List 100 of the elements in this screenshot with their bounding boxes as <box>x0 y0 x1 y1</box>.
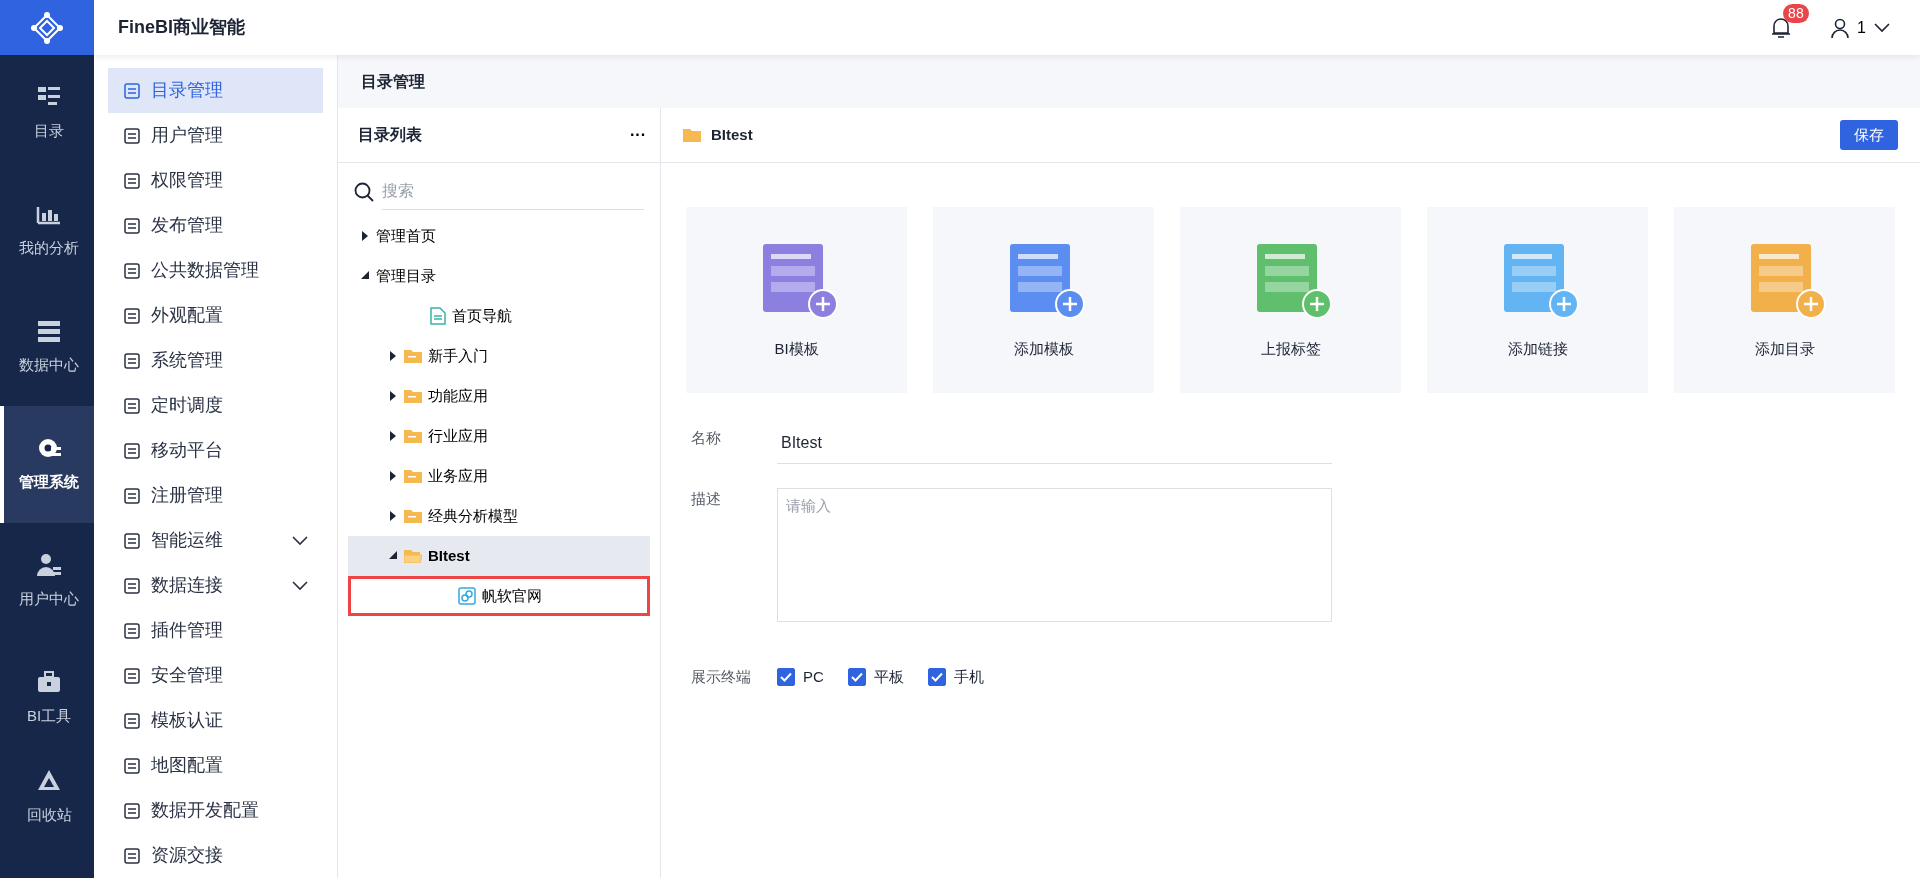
expand-icon <box>389 351 397 361</box>
menu-icon <box>123 846 141 865</box>
expand-icon <box>389 511 397 521</box>
nav-item[interactable]: BI工具 <box>0 640 94 757</box>
nav-item[interactable]: 用户中心 <box>0 523 94 640</box>
menu-icon <box>123 711 141 730</box>
folder-icon <box>404 429 422 443</box>
menu-icon <box>123 441 141 460</box>
expand-icon <box>389 431 397 441</box>
database-icon <box>36 318 62 345</box>
menu-item[interactable]: 资源交接 <box>108 833 323 878</box>
app-title: FineBI商业智能 <box>118 16 245 39</box>
chevron-down-icon <box>1874 22 1890 33</box>
checkbox[interactable]: 手机 <box>927 666 984 689</box>
more-button[interactable]: ··· <box>624 122 652 148</box>
folder-icon <box>404 469 422 483</box>
action-card[interactable]: BI模板 <box>686 207 907 393</box>
tree-item[interactable]: 管理首页 <box>348 216 650 256</box>
menu-icon <box>123 351 141 370</box>
user-icon <box>1831 17 1850 38</box>
search-icon <box>354 181 374 202</box>
menu-icon <box>123 171 141 190</box>
nav-item[interactable]: 我的分析 <box>0 172 94 289</box>
menu-icon <box>123 621 141 640</box>
check-icon <box>930 672 943 683</box>
tree-item[interactable]: 新手入门 <box>348 336 650 376</box>
menu-item[interactable]: 权限管理 <box>108 158 323 203</box>
tree-item[interactable]: 行业应用 <box>348 416 650 456</box>
collapse-icon <box>389 551 397 561</box>
folder-icon <box>683 128 701 142</box>
expand-icon <box>389 391 397 401</box>
menu-icon <box>123 576 141 595</box>
menu-item[interactable]: 插件管理 <box>108 608 323 653</box>
logo-icon <box>30 10 64 45</box>
link-icon <box>458 587 476 605</box>
checkbox[interactable]: 平板 <box>847 666 904 689</box>
nav-item[interactable]: 管理系统 <box>0 406 94 523</box>
action-card[interactable]: 添加链接 <box>1427 207 1648 393</box>
save-button[interactable]: 保存 <box>1840 119 1898 151</box>
menu-item[interactable]: 目录管理 <box>108 68 323 113</box>
menu-icon <box>123 486 141 505</box>
menu-icon <box>123 531 141 550</box>
menu-item[interactable]: 数据连接 <box>108 563 323 608</box>
bell-icon[interactable] <box>1771 17 1792 40</box>
notification-badge: 88 <box>1783 3 1809 23</box>
check-icon <box>780 672 792 683</box>
action-card[interactable]: 添加目录 <box>1674 207 1895 393</box>
collapse-icon <box>361 271 369 281</box>
menu-item[interactable]: 注册管理 <box>108 473 323 518</box>
menu-icon <box>123 801 141 820</box>
menu-item[interactable]: 地图配置 <box>108 743 323 788</box>
chevron-down-icon <box>292 580 308 591</box>
folder-icon <box>404 389 422 403</box>
menu-item[interactable]: 安全管理 <box>108 653 323 698</box>
tree-item[interactable]: 经典分析模型 <box>348 496 650 536</box>
menu-item[interactable]: 移动平台 <box>108 428 323 473</box>
nav-item[interactable]: 回收站 <box>0 757 94 837</box>
panel-title: 目录列表 <box>358 125 422 145</box>
user-name: 1 <box>1857 17 1866 38</box>
check-icon <box>850 672 863 683</box>
user-menu[interactable]: 1 <box>1825 14 1896 41</box>
action-card[interactable]: 上报标签 <box>1180 207 1401 393</box>
menu-icon <box>123 261 141 280</box>
menu-item[interactable]: 发布管理 <box>108 203 323 248</box>
menu-item[interactable]: 用户管理 <box>108 113 323 158</box>
user-icon <box>36 552 62 579</box>
menu-icon <box>123 666 141 685</box>
menu-icon <box>123 756 141 775</box>
menu-item[interactable]: 公共数据管理 <box>108 248 323 293</box>
menu-icon <box>123 126 141 145</box>
tree-item[interactable]: 帆软官网 <box>348 576 650 616</box>
menu-item[interactable]: 外观配置 <box>108 293 323 338</box>
tree-item[interactable]: 业务应用 <box>348 456 650 496</box>
expand-icon <box>361 231 369 241</box>
field-label: 描述 <box>691 489 722 509</box>
folder-icon <box>404 509 422 523</box>
description-field[interactable]: 请输入 <box>777 488 1332 622</box>
tree-item[interactable]: 功能应用 <box>348 376 650 416</box>
chevron-down-icon <box>292 535 308 546</box>
menu-icon <box>123 306 141 325</box>
document-icon <box>430 307 446 325</box>
field-label: 名称 <box>691 428 722 448</box>
menu-icon <box>123 216 141 235</box>
tree-item[interactable]: 管理目录 <box>348 256 650 296</box>
action-card[interactable]: 添加模板 <box>933 207 1154 393</box>
menu-item[interactable]: 系统管理 <box>108 338 323 383</box>
tree-item[interactable]: BItest <box>348 536 650 576</box>
menu-item[interactable]: 智能运维 <box>108 518 323 563</box>
tree-item[interactable]: 首页导航 <box>348 296 650 336</box>
menu-item[interactable]: 模板认证 <box>108 698 323 743</box>
menu-item[interactable]: 数据开发配置 <box>108 788 323 833</box>
field-label: 展示终端 <box>691 667 752 687</box>
expand-icon <box>389 471 397 481</box>
nav-item[interactable]: 目录 <box>0 55 94 172</box>
folder-icon <box>404 349 422 363</box>
folder-title: BItest <box>711 124 753 145</box>
checkbox[interactable]: PC <box>777 666 824 689</box>
menu-item[interactable]: 定时调度 <box>108 383 323 428</box>
menu-icon <box>123 81 141 100</box>
nav-item[interactable]: 数据中心 <box>0 289 94 406</box>
